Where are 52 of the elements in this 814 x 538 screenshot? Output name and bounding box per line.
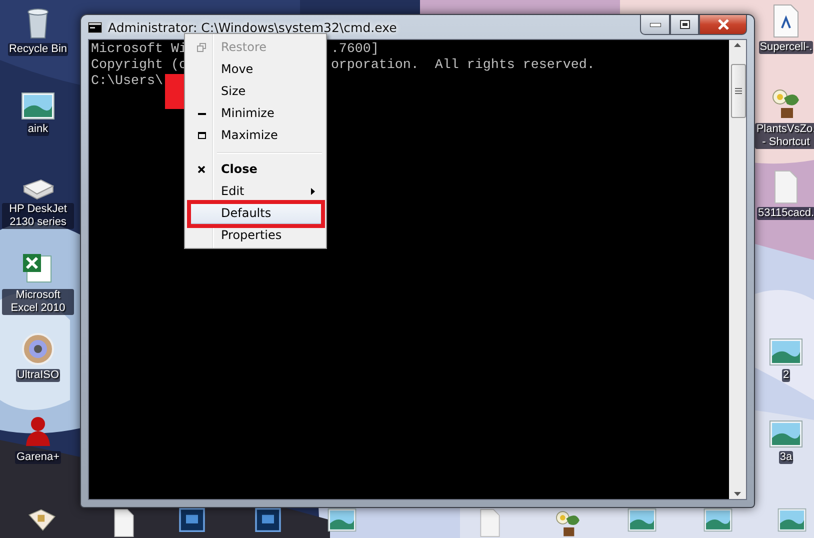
- maximize-icon: [198, 132, 206, 138]
- menu-item[interactable]: Edit: [187, 180, 324, 202]
- close-icon: [716, 19, 730, 30]
- image-file-icon: [777, 508, 807, 532]
- file-icon: [773, 170, 799, 204]
- image-file-icon: [627, 508, 657, 532]
- menu-item[interactable]: Close: [187, 158, 324, 180]
- restore-icon: [197, 42, 206, 52]
- console-text: Microsoft Wi: [91, 42, 187, 58]
- console-icon: [88, 22, 102, 32]
- image-file-icon: [21, 92, 55, 120]
- image-file-icon: [769, 338, 803, 366]
- scrollbar[interactable]: [729, 40, 746, 499]
- menu-item[interactable]: Move: [187, 58, 324, 80]
- image-file-icon: [769, 420, 803, 448]
- maximize-icon: [680, 20, 690, 29]
- icon-label: Garena+: [15, 451, 61, 464]
- window-title: Administrator: C:\Windows\system32\cmd.exe: [108, 20, 397, 34]
- photoshop-icon: [255, 508, 281, 532]
- file-icon: [479, 508, 501, 538]
- scroll-down-icon: [734, 492, 741, 496]
- image-file-icon: [703, 508, 733, 532]
- disc-icon: [21, 332, 55, 366]
- photoshop-icon: [179, 508, 205, 532]
- console-text: .7600]: [330, 42, 379, 58]
- icon-label: HP DeskJet 2130 series: [2, 203, 74, 229]
- icon-label: Recycle Bin: [8, 43, 68, 56]
- minimize-button[interactable]: [640, 15, 670, 35]
- icon-label: Supercell-.: [758, 41, 814, 54]
- console-text: C:\Users\: [91, 74, 163, 90]
- close-button[interactable]: [699, 15, 747, 35]
- icon-label: 53115cacd.: [756, 207, 814, 220]
- close-icon: [198, 166, 205, 172]
- icon-label: aink: [26, 123, 50, 136]
- minimize-icon: [198, 112, 206, 114]
- icon-label: 3a: [778, 451, 794, 464]
- menu-item[interactable]: Maximize: [187, 124, 324, 146]
- folder-icon: [27, 508, 57, 532]
- scroll-thumb[interactable]: [731, 64, 746, 118]
- icon-label: UltraISO: [16, 369, 60, 382]
- submenu-arrow-icon: [311, 188, 315, 195]
- image-file-icon: [327, 508, 357, 532]
- menu-item[interactable]: Properties: [187, 224, 324, 246]
- icon-label: Microsoft Excel 2010: [2, 289, 74, 315]
- minimize-icon: [650, 22, 660, 26]
- menu-item[interactable]: Size: [187, 80, 324, 102]
- file-icon: [113, 508, 135, 538]
- document-icon: [772, 4, 800, 38]
- scroll-up-icon: [734, 43, 741, 47]
- maximize-button[interactable]: [670, 15, 699, 35]
- menu-item[interactable]: Minimize: [187, 102, 324, 124]
- console-text: orporation. All rights reserved.: [330, 58, 595, 74]
